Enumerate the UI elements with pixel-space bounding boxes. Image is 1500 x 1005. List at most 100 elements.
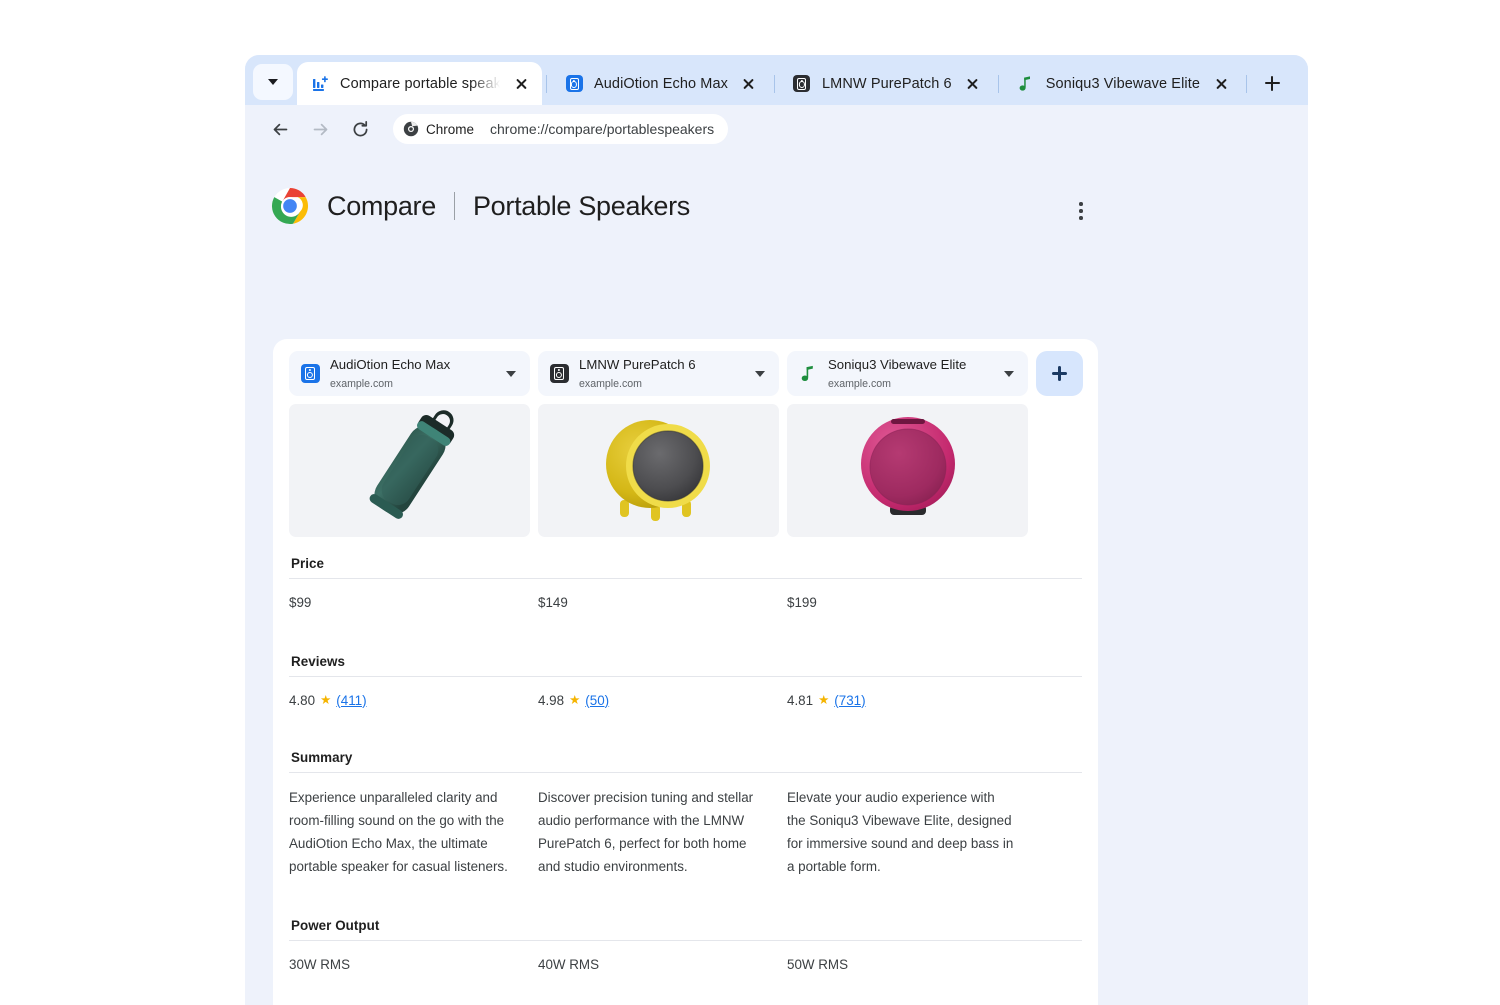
spec-section-reviews: Reviews 4.80 ★ (411) 4.98 ★ — [289, 645, 1082, 712]
rating-cell-2: 4.81 ★ (731) — [787, 690, 1036, 712]
product-name: LMNW PurePatch 6 — [579, 357, 696, 372]
green-cylinder-speaker-image — [335, 408, 485, 533]
review-count-link[interactable]: (731) — [834, 690, 865, 712]
tab-soniqu3-vibewave-elite[interactable]: Soniqu3 Vibewave Elite — [1003, 62, 1242, 105]
rating-value: 4.98 — [538, 690, 564, 712]
page-header: Compare Portable Speakers — [245, 153, 1308, 231]
browser-window: Compare portable speakers AudiOtion Echo… — [245, 55, 1308, 1005]
chrome-logo-icon — [403, 121, 419, 137]
reload-icon — [350, 119, 371, 140]
star-icon: ★ — [569, 694, 580, 707]
spec-label: Reviews — [289, 645, 1082, 676]
chrome-logo-icon — [271, 187, 309, 225]
tab-search-button[interactable] — [253, 64, 293, 100]
price-value-0: $99 — [289, 592, 538, 614]
product-domain: example.com — [579, 378, 642, 390]
tab-close-button[interactable] — [736, 71, 762, 97]
product-image-row — [289, 404, 1082, 537]
page-title: Portable Speakers — [473, 191, 690, 222]
rating-value: 4.81 — [787, 690, 813, 712]
more-vertical-icon[interactable] — [1067, 197, 1095, 225]
summary-text-0: Experience unparalleled clarity and room… — [289, 786, 538, 878]
summary-text-2: Elevate your audio experience with the S… — [787, 786, 1036, 878]
product-selector-row: AudiOtion Echo Max example.com LMNW Pure… — [289, 351, 1082, 396]
spec-values-row: 4.80 ★ (411) 4.98 ★ (50) — [289, 677, 1082, 712]
tab-divider — [1246, 75, 1247, 93]
spec-section-price: Price $99 $149 $199 — [289, 547, 1082, 614]
spec-label: Power Output — [289, 909, 1082, 940]
product-domain: example.com — [330, 378, 393, 390]
spec-label: Price — [289, 547, 1082, 578]
chevron-down-icon[interactable] — [749, 363, 771, 385]
tab-close-button[interactable] — [960, 71, 986, 97]
product-name: Soniqu3 Vibewave Elite — [828, 357, 966, 372]
tab-close-button[interactable] — [508, 71, 534, 97]
tab-compare-portable-speakers[interactable]: Compare portable speakers — [297, 62, 542, 105]
chrome-source-chip: Chrome — [403, 121, 484, 137]
pink-round-speaker-image — [852, 412, 964, 530]
forward-arrow-icon — [310, 119, 331, 140]
yellow-round-speaker-image — [596, 412, 721, 530]
power-value-2: 50W RMS — [787, 954, 1036, 976]
tab-title: LMNW PurePatch 6 — [822, 76, 952, 92]
product-selector-0[interactable]: AudiOtion Echo Max example.com — [289, 351, 530, 396]
new-tab-button[interactable] — [1257, 68, 1287, 98]
spec-section-summary: Summary Experience unparalleled clarity … — [289, 741, 1082, 878]
tab-title: Compare portable speakers — [340, 76, 500, 92]
chevron-down-icon[interactable] — [500, 363, 522, 385]
spec-section-power-output: Power Output 30W RMS 40W RMS 50W RMS — [289, 909, 1082, 976]
product-image-0[interactable] — [289, 404, 530, 537]
price-value-1: $149 — [538, 592, 787, 614]
spec-values-row: Experience unparalleled clarity and room… — [289, 773, 1082, 878]
address-bar-url: chrome://compare/portablespeakers — [490, 121, 714, 137]
app-name: Compare — [327, 191, 436, 222]
product-selector-2[interactable]: Soniqu3 Vibewave Elite example.com — [787, 351, 1028, 396]
power-value-1: 40W RMS — [538, 954, 787, 976]
tab-strip: Compare portable speakers AudiOtion Echo… — [245, 55, 1308, 105]
review-count-link[interactable]: (50) — [585, 690, 609, 712]
header-divider — [454, 192, 455, 220]
address-bar[interactable]: Chrome chrome://compare/portablespeakers — [393, 114, 728, 144]
spec-values-row: 30W RMS 40W RMS 50W RMS — [289, 941, 1082, 976]
spec-values-row: $99 $149 $199 — [289, 579, 1082, 614]
speaker-icon-dark — [549, 364, 569, 384]
product-image-2[interactable] — [787, 404, 1028, 537]
rating-cell-1: 4.98 ★ (50) — [538, 690, 787, 712]
chevron-down-icon — [268, 79, 278, 85]
tab-title: AudiOtion Echo Max — [594, 76, 728, 92]
power-value-0: 30W RMS — [289, 954, 538, 976]
star-icon: ★ — [320, 694, 331, 707]
summary-text-1: Discover precision tuning and stellar au… — [538, 786, 787, 878]
tab-divider — [774, 75, 775, 93]
back-arrow-icon — [270, 119, 291, 140]
tab-lmnw-purepatch-6[interactable]: LMNW PurePatch 6 — [779, 62, 994, 105]
tab-divider — [998, 75, 999, 93]
page-content: Compare Portable Speakers AudiOtion Echo… — [245, 153, 1308, 1005]
music-note-icon-green — [798, 364, 818, 384]
price-value-2: $199 — [787, 592, 1036, 614]
spec-label: Summary — [289, 741, 1082, 772]
forward-button[interactable] — [303, 112, 337, 146]
back-button[interactable] — [263, 112, 297, 146]
tab-close-button[interactable] — [1208, 71, 1234, 97]
product-image-1[interactable] — [538, 404, 779, 537]
rating-value: 4.80 — [289, 690, 315, 712]
speaker-icon-dark — [793, 75, 811, 93]
compare-table-card: AudiOtion Echo Max example.com LMNW Pure… — [273, 339, 1098, 1005]
tab-audiotion-echo-max[interactable]: AudiOtion Echo Max — [551, 62, 770, 105]
add-product-button[interactable] — [1036, 351, 1083, 396]
product-selector-1[interactable]: LMNW PurePatch 6 example.com — [538, 351, 779, 396]
tab-divider — [546, 75, 547, 93]
rating-cell-0: 4.80 ★ (411) — [289, 690, 538, 712]
star-icon: ★ — [818, 694, 829, 707]
music-note-icon-green — [1017, 75, 1035, 93]
product-domain: example.com — [828, 378, 891, 390]
review-count-link[interactable]: (411) — [336, 690, 366, 712]
tab-title: Soniqu3 Vibewave Elite — [1046, 76, 1200, 92]
chrome-chip-label: Chrome — [426, 122, 474, 137]
speaker-icon-blue — [565, 75, 583, 93]
reload-button[interactable] — [343, 112, 377, 146]
compare-chart-plus-icon — [311, 75, 329, 93]
chevron-down-icon[interactable] — [998, 363, 1020, 385]
browser-toolbar: Chrome chrome://compare/portablespeakers — [245, 105, 1308, 153]
